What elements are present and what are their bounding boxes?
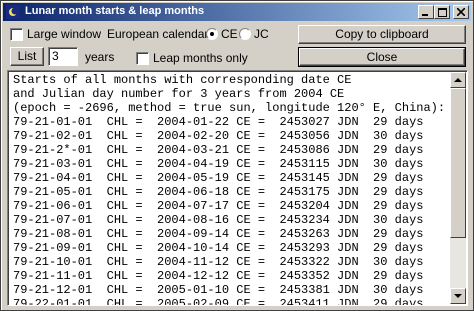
close-window-button[interactable]: [453, 5, 469, 19]
maximize-icon: [438, 8, 447, 17]
output-line: 79-21-02-01 CHL = 2004-02-20 CE = 245305…: [13, 129, 424, 143]
years-input[interactable]: 3: [48, 47, 78, 66]
jc-radio[interactable]: [239, 28, 251, 40]
maximize-button[interactable]: [434, 5, 450, 19]
minimize-button[interactable]: [418, 5, 434, 19]
output-line: 79-21-03-01 CHL = 2004-04-19 CE = 245311…: [13, 157, 424, 171]
output-line: (epoch = -2696, method = true sun, longi…: [13, 101, 446, 115]
scroll-up-button[interactable]: [450, 72, 466, 88]
european-calendar-label: European calendar:: [107, 27, 212, 41]
output-line: 79-21-2*-01 CHL = 2004-03-21 CE = 245308…: [13, 143, 424, 157]
output-line: Starts of all months with corresponding …: [13, 73, 352, 87]
output-textarea[interactable]: Starts of all months with corresponding …: [7, 70, 468, 306]
ce-radio[interactable]: [206, 28, 218, 40]
output-line: 79-21-09-01 CHL = 2004-10-14 CE = 245329…: [13, 241, 424, 255]
output-line: 79-21-08-01 CHL = 2004-09-14 CE = 245326…: [13, 227, 424, 241]
output-line: 79-21-06-01 CHL = 2004-07-17 CE = 245320…: [13, 199, 424, 213]
copy-to-clipboard-button[interactable]: Copy to clipboard: [298, 25, 466, 44]
large-window-checkbox[interactable]: [10, 28, 23, 41]
output-line: 79-21-11-01 CHL = 2004-12-12 CE = 245335…: [13, 269, 424, 283]
output-line: 79-21-01-01 CHL = 2004-01-22 CE = 245302…: [13, 115, 424, 129]
output-line: 79-21-05-01 CHL = 2004-06-18 CE = 245317…: [13, 185, 424, 199]
output-line: 79-21-07-01 CHL = 2004-08-16 CE = 245323…: [13, 213, 424, 227]
close-icon: [457, 8, 465, 16]
leap-months-only-label: Leap months only: [153, 51, 248, 65]
window-title: Lunar month starts & leap months: [25, 5, 205, 17]
list-button[interactable]: List: [10, 47, 44, 66]
large-window-label: Large window: [27, 27, 102, 41]
minimize-icon: [422, 14, 428, 16]
output-line: 79-21-10-01 CHL = 2004-11-12 CE = 245332…: [13, 255, 424, 269]
app-icon: [6, 5, 20, 19]
arrow-down-icon: [454, 294, 462, 298]
output-line: 79-22-01-01 CHL = 2005-02-09 CE = 245341…: [13, 297, 424, 306]
output-line: 79-21-12-01 CHL = 2005-01-10 CE = 245338…: [13, 283, 424, 297]
arrow-up-icon: [454, 78, 462, 82]
jc-label: JC: [254, 27, 269, 41]
output-line: and Julian day number for 3 years from 2…: [13, 87, 345, 101]
close-button[interactable]: Close: [298, 47, 466, 67]
leap-months-only-checkbox[interactable]: [136, 52, 149, 65]
output-text: Starts of all months with corresponding …: [13, 73, 446, 306]
scroll-down-button[interactable]: [450, 288, 466, 304]
output-line: 79-21-04-01 CHL = 2004-05-19 CE = 245314…: [13, 171, 424, 185]
title-bar[interactable]: Lunar month starts & leap months: [3, 3, 471, 21]
scroll-thumb[interactable]: [450, 88, 466, 238]
years-label: years: [85, 50, 115, 64]
main-window: Lunar month starts & leap months Large w…: [0, 0, 474, 311]
vertical-scrollbar[interactable]: [450, 72, 466, 304]
ce-label: CE: [221, 27, 238, 41]
